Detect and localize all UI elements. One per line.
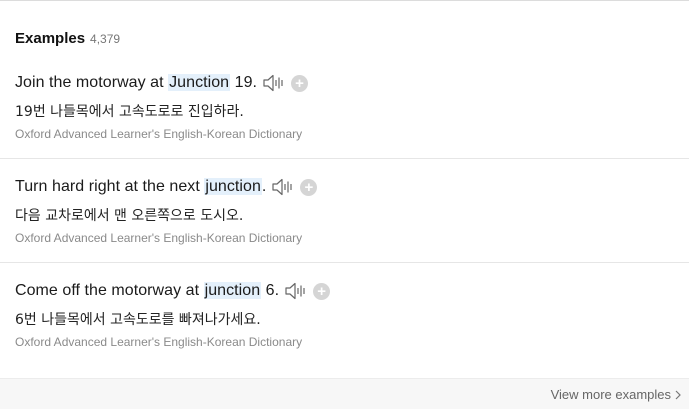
example-sentence: Join the motorway at Junction 19.: [15, 74, 257, 92]
example-sentence-row: Turn hard right at the next junction. +: [15, 175, 318, 199]
sentence-text-before: Turn hard right at the next: [15, 178, 205, 195]
examples-list: Join the motorway at Junction 19. + 19번 …: [0, 55, 689, 367]
example-translation: 다음 교차로에서 맨 오른쪽으로 도시오.: [15, 208, 244, 224]
example-item: Join the motorway at Junction 19. + 19번 …: [0, 55, 689, 159]
example-translation: 6번 나들목에서 고속도로를 빠져나가세요.: [15, 312, 261, 328]
highlighted-word: Junction: [168, 74, 231, 91]
plus-icon: +: [317, 282, 326, 300]
sentence-text-after: 6.: [261, 282, 280, 299]
highlighted-word: junction: [204, 178, 262, 195]
examples-count: 4,379: [90, 32, 121, 46]
example-source: Oxford Advanced Learner's English-Korean…: [15, 335, 303, 349]
example-item: Turn hard right at the next junction. + …: [0, 159, 689, 263]
sentence-text-after: 19.: [230, 74, 258, 91]
example-source: Oxford Advanced Learner's English-Korean…: [15, 127, 303, 141]
example-sentence-row: Come off the motorway at junction 6. +: [15, 279, 331, 303]
plus-icon: +: [295, 74, 304, 92]
examples-panel: Examples 4,379 Join the motorway at Junc…: [0, 0, 689, 409]
speaker-icon[interactable]: [271, 177, 295, 197]
example-sentence: Turn hard right at the next junction.: [15, 178, 266, 196]
examples-footer: View more examples: [0, 378, 689, 409]
sentence-text-after: .: [261, 178, 267, 195]
plus-icon: +: [304, 178, 314, 196]
add-to-wordbook-button[interactable]: +: [291, 74, 309, 92]
view-more-label: View more examples: [550, 387, 671, 402]
view-more-examples-link[interactable]: View more examples: [551, 387, 681, 402]
add-to-wordbook-button[interactable]: +: [313, 282, 331, 300]
speaker-icon[interactable]: [284, 281, 308, 301]
examples-title: Examples: [15, 30, 86, 47]
example-source: Oxford Advanced Learner's English-Korean…: [15, 231, 303, 245]
example-sentence-row: Join the motorway at Junction 19. +: [15, 71, 309, 95]
sentence-text-before: Join the motorway at: [15, 74, 169, 91]
chevron-right-icon: [675, 390, 681, 400]
speaker-icon[interactable]: [262, 73, 286, 93]
examples-header: Examples 4,379: [15, 30, 120, 47]
example-sentence: Come off the motorway at junction 6.: [15, 282, 279, 300]
example-item: Come off the motorway at junction 6. + 6…: [0, 263, 689, 367]
add-to-wordbook-button[interactable]: +: [300, 178, 318, 196]
example-translation: 19번 나들목에서 고속도로로 진입하라.: [15, 104, 244, 120]
highlighted-word: junction: [203, 282, 262, 299]
sentence-text-before: Come off the motorway at: [15, 282, 204, 299]
